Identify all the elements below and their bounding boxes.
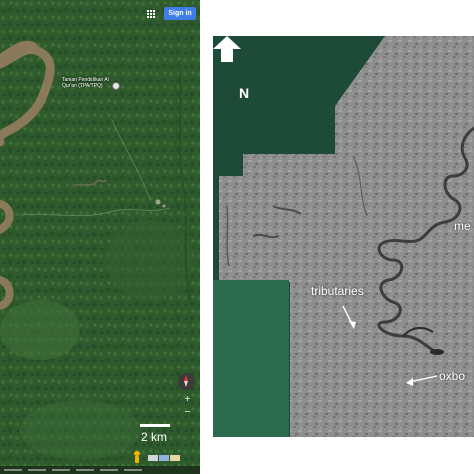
scale-bar [140,424,170,427]
sign-in-button[interactable]: Sign in [164,7,196,20]
layer-thumb-earth[interactable] [170,455,180,461]
scale-label: 2 km [141,430,168,444]
tributaries-label: tributaries [311,284,364,298]
place-pin-icon[interactable] [112,82,120,90]
layer-switcher[interactable] [148,455,180,461]
north-label: N [239,85,250,101]
meander-label: me [454,219,471,233]
zoom-in-button[interactable]: + [183,394,192,403]
pegman-icon[interactable] [134,451,140,463]
place-label[interactable]: Taman Pendidikan Al Qur'an (TPA/TPQ) [62,77,114,89]
north-arrow-icon [213,36,241,62]
zoom-out-button[interactable]: − [183,407,192,416]
satellite-map[interactable]: Sign in Taman Pendidikan Al Qur'an (TPA/… [0,0,200,474]
layer-thumb-terrain[interactable] [159,455,169,461]
terrain-imagery [0,0,200,474]
inset-block [213,280,289,437]
map-footer [0,466,200,474]
layer-thumb-map[interactable] [148,455,158,461]
apps-grid-icon[interactable] [146,9,155,18]
compass-icon[interactable] [178,373,195,390]
radar-image-panel: N me tributaries oxbo [213,36,474,437]
radar-imagery [213,36,474,437]
oxbow-label: oxbo [439,369,466,383]
